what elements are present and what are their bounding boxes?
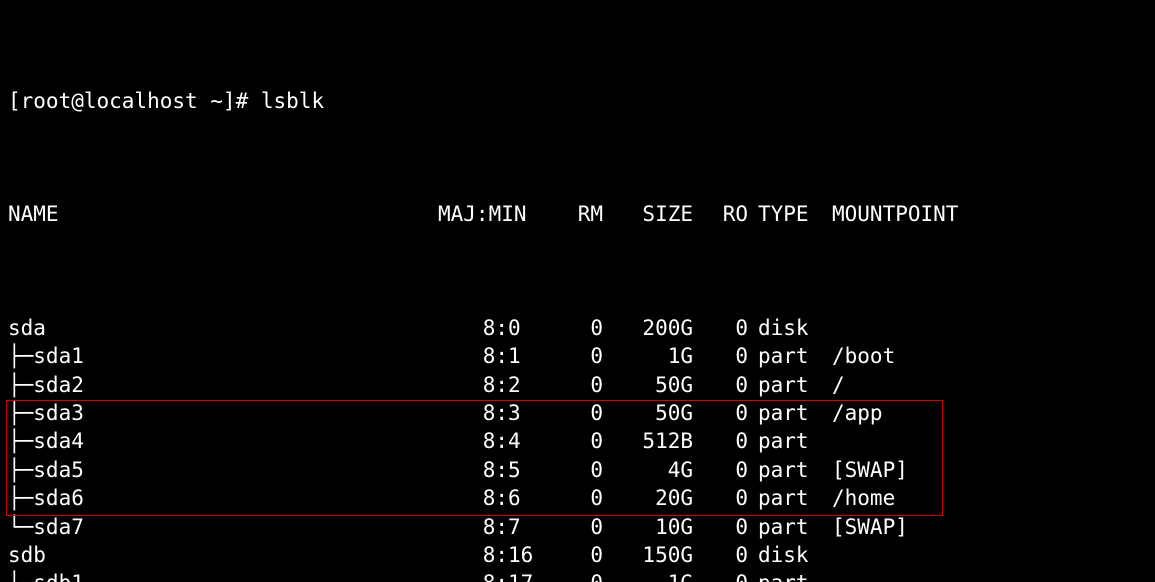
command-text: lsblk — [261, 89, 324, 113]
col-header-mnt: MOUNTPOINT — [828, 200, 958, 228]
cell-type: part — [748, 371, 828, 399]
cell-ro: 0 — [693, 314, 748, 342]
cell-type: part — [748, 399, 828, 427]
cell-name: ├─sda1 — [8, 342, 438, 370]
cell-ro: 0 — [693, 456, 748, 484]
table-row: ├─sdb18:1701G0part — [8, 569, 1147, 582]
cell-min: 7 — [508, 513, 548, 541]
cell-type: part — [748, 484, 828, 512]
table-row: ├─sda58:504G0part[SWAP] — [8, 456, 1147, 484]
command-line: [root@localhost ~]# lsblk — [8, 87, 1147, 115]
cell-maj: 8: — [438, 541, 508, 569]
cell-rm: 0 — [548, 427, 603, 455]
cell-size: 150G — [603, 541, 693, 569]
col-header-type: TYPE — [748, 200, 828, 228]
cell-rm: 0 — [548, 513, 603, 541]
cell-name: ├─sda6 — [8, 484, 438, 512]
cell-size: 1G — [603, 569, 693, 582]
prompt: [root@localhost ~]# — [8, 89, 261, 113]
table-row: sdb8:160150G0disk — [8, 541, 1147, 569]
cell-min: 4 — [508, 427, 548, 455]
cell-type: disk — [748, 314, 828, 342]
table-row: ├─sda18:101G0part/boot — [8, 342, 1147, 370]
cell-maj: 8: — [438, 513, 508, 541]
table-row: ├─sda38:3050G0part/app — [8, 399, 1147, 427]
cell-min: 3 — [508, 399, 548, 427]
cell-maj: 8: — [438, 314, 508, 342]
cell-size: 10G — [603, 513, 693, 541]
header-row: NAMEMAJ:MINRMSIZEROTYPEMOUNTPOINT — [8, 200, 1147, 228]
cell-size: 512B — [603, 427, 693, 455]
col-header-majmin: MAJ:MIN — [438, 200, 548, 228]
cell-maj: 8: — [438, 399, 508, 427]
cell-rm: 0 — [548, 314, 603, 342]
cell-type: part — [748, 342, 828, 370]
cell-name: ├─sdb1 — [8, 569, 438, 582]
cell-rm: 0 — [548, 456, 603, 484]
cell-size: 1G — [603, 342, 693, 370]
cell-type: disk — [748, 541, 828, 569]
cell-ro: 0 — [693, 342, 748, 370]
cell-name: └─sda7 — [8, 513, 438, 541]
cell-name: sda — [8, 314, 438, 342]
table-row: ├─sda48:40512B0part — [8, 427, 1147, 455]
cell-mountpoint: /app — [828, 399, 883, 427]
cell-name: ├─sda3 — [8, 399, 438, 427]
col-header-size: SIZE — [603, 200, 693, 228]
cell-type: part — [748, 569, 828, 582]
cell-maj: 8: — [438, 484, 508, 512]
col-header-ro: RO — [693, 200, 748, 228]
cell-type: part — [748, 456, 828, 484]
cell-ro: 0 — [693, 484, 748, 512]
table-row: ├─sda28:2050G0part/ — [8, 371, 1147, 399]
cell-size: 200G — [603, 314, 693, 342]
cell-size: 20G — [603, 484, 693, 512]
cell-ro: 0 — [693, 371, 748, 399]
table-row: sda8:00200G0disk — [8, 314, 1147, 342]
cell-min: 6 — [508, 484, 548, 512]
cell-rm: 0 — [548, 484, 603, 512]
col-header-rm: RM — [548, 200, 603, 228]
cell-mountpoint: / — [828, 371, 845, 399]
cell-maj: 8: — [438, 427, 508, 455]
cell-maj: 8: — [438, 371, 508, 399]
cell-name: ├─sda5 — [8, 456, 438, 484]
cell-min: 5 — [508, 456, 548, 484]
cell-rm: 0 — [548, 399, 603, 427]
cell-min: 2 — [508, 371, 548, 399]
cell-ro: 0 — [693, 427, 748, 455]
cell-ro: 0 — [693, 569, 748, 582]
cell-mountpoint: /home — [828, 484, 895, 512]
cell-size: 4G — [603, 456, 693, 484]
cell-maj: 8: — [438, 342, 508, 370]
cell-rm: 0 — [548, 371, 603, 399]
cell-mountpoint: [SWAP] — [828, 513, 908, 541]
cell-size: 50G — [603, 371, 693, 399]
cell-min: 17 — [508, 569, 548, 582]
cell-min: 0 — [508, 314, 548, 342]
table-row: └─sda78:7010G0part[SWAP] — [8, 513, 1147, 541]
table-row: ├─sda68:6020G0part/home — [8, 484, 1147, 512]
cell-name: ├─sda2 — [8, 371, 438, 399]
cell-maj: 8: — [438, 569, 508, 582]
cell-min: 16 — [508, 541, 548, 569]
col-header-name: NAME — [8, 200, 438, 228]
cell-name: ├─sda4 — [8, 427, 438, 455]
cell-rm: 0 — [548, 569, 603, 582]
terminal[interactable]: [root@localhost ~]# lsblk NAMEMAJ:MINRMS… — [0, 0, 1155, 582]
cell-ro: 0 — [693, 399, 748, 427]
cell-ro: 0 — [693, 541, 748, 569]
cell-size: 50G — [603, 399, 693, 427]
cell-rm: 0 — [548, 342, 603, 370]
cell-mountpoint: [SWAP] — [828, 456, 908, 484]
cell-name: sdb — [8, 541, 438, 569]
cell-ro: 0 — [693, 513, 748, 541]
cell-type: part — [748, 427, 828, 455]
cell-type: part — [748, 513, 828, 541]
cell-mountpoint: /boot — [828, 342, 895, 370]
cell-rm: 0 — [548, 541, 603, 569]
cell-min: 1 — [508, 342, 548, 370]
cell-maj: 8: — [438, 456, 508, 484]
